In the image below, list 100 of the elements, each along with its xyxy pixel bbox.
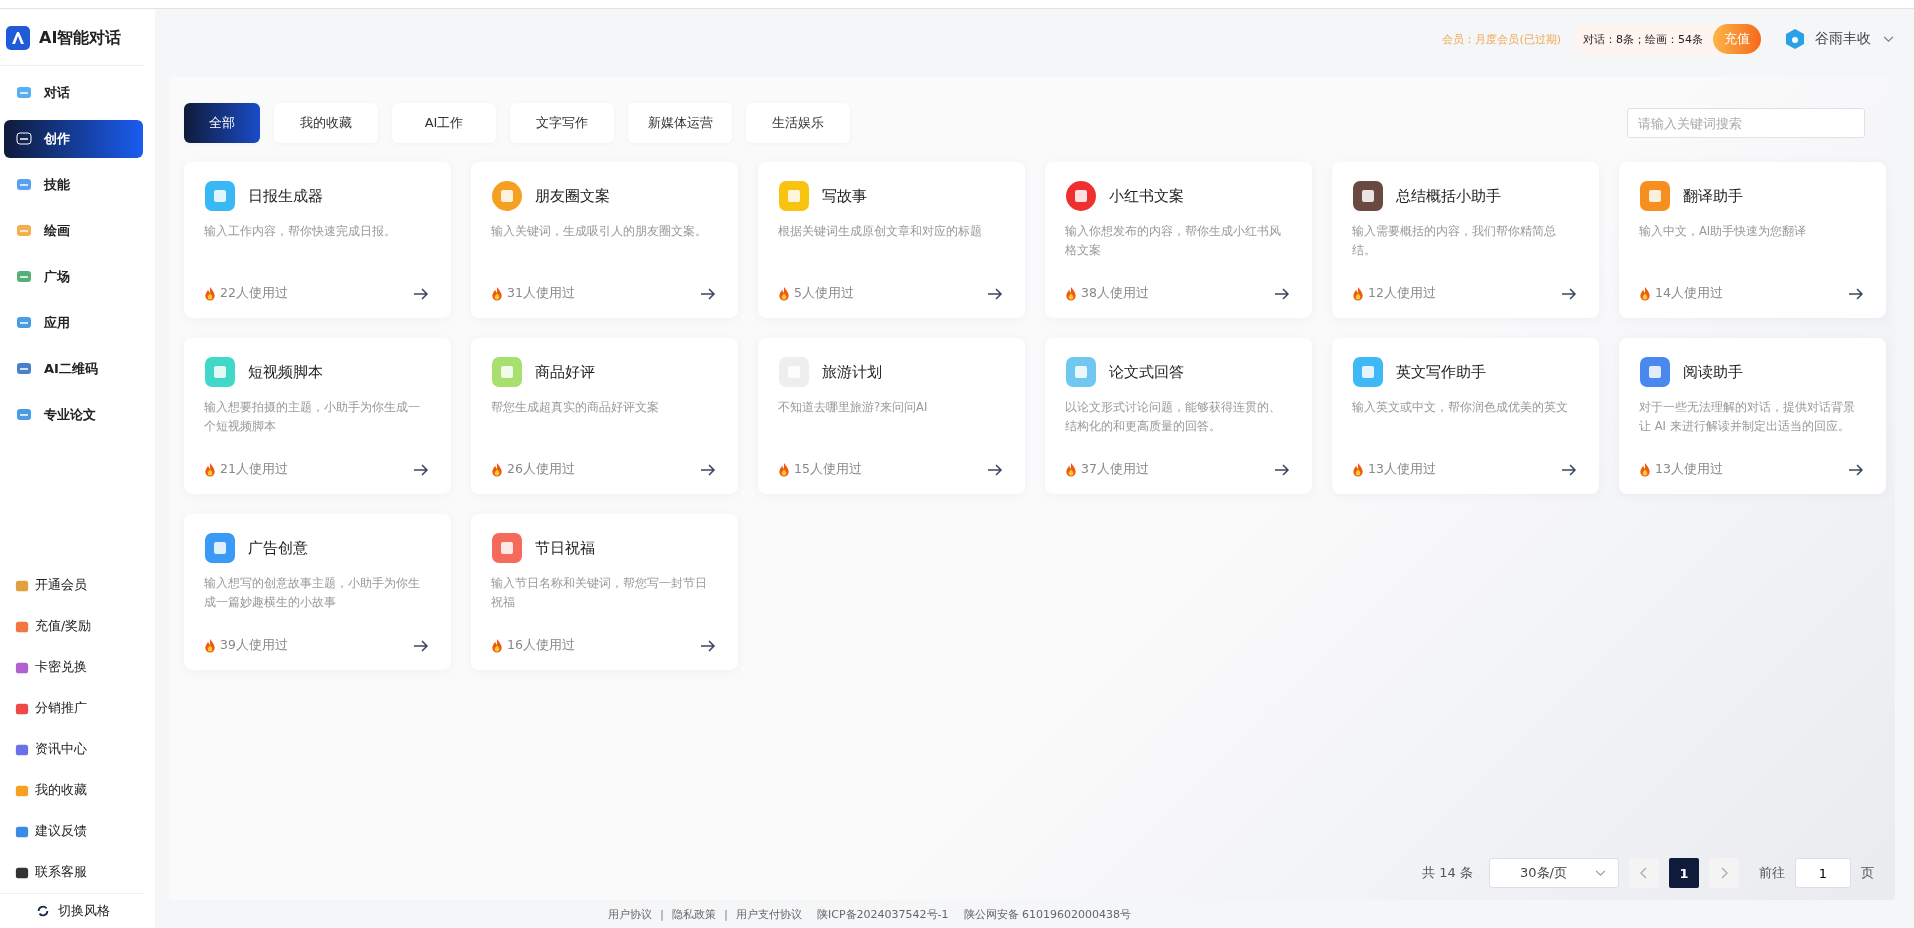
app-card[interactable]: 商品好评 帮您生成超真实的商品好评文案 26人使用过	[471, 338, 738, 494]
arrow-right-icon[interactable]	[413, 638, 429, 653]
chevron-right-icon	[1720, 867, 1728, 879]
usage-count: 22人使用过	[220, 285, 289, 302]
card-title: 论文式回答	[1109, 362, 1184, 382]
chevron-down-icon[interactable]	[1883, 35, 1894, 43]
flame-icon	[204, 286, 216, 301]
page-size-select[interactable]: 30条/页	[1489, 858, 1619, 888]
arrow-right-icon[interactable]	[987, 462, 1003, 477]
category-tab[interactable]: 全部	[184, 103, 260, 143]
card-description: 输入想要拍摄的主题，小助手为你生成一个短视频脚本	[204, 399, 421, 435]
card-title: 写故事	[822, 186, 867, 206]
goto-page-field[interactable]: 1	[1795, 858, 1851, 888]
card-title: 英文写作助手	[1396, 362, 1486, 382]
sidebar-link[interactable]: 资讯中心	[0, 729, 155, 770]
arrow-right-icon[interactable]	[1561, 286, 1577, 301]
search-field[interactable]: 请输入关键词搜索	[1627, 108, 1865, 138]
category-tab[interactable]: 新媒体运营	[628, 103, 732, 143]
usage-count: 15人使用过	[794, 461, 863, 478]
card-title: 广告创意	[248, 538, 308, 558]
sidebar-item[interactable]: 创作	[4, 120, 143, 158]
app-card[interactable]: 论文式回答 以论文形式讨论问题，能够获得连贯的、结构化的和更高质量的回答。 37人使用过	[1045, 338, 1312, 494]
flame-icon	[778, 286, 790, 301]
flame-icon	[491, 462, 503, 477]
usage-count: 21人使用过	[220, 461, 289, 478]
sidebar-item[interactable]: 绘画	[4, 212, 143, 250]
sidebar-link[interactable]: 联系客服	[0, 852, 155, 893]
arrow-right-icon[interactable]	[700, 462, 716, 477]
user-name[interactable]: 谷雨丰收	[1815, 30, 1871, 48]
arrow-right-icon[interactable]	[1561, 462, 1577, 477]
card-description: 对于一些无法理解的对话，提供对话背景让 AI 来进行解读并制定出适当的回应。	[1639, 399, 1856, 435]
total-count: 共 14 条	[1422, 864, 1473, 882]
card-title: 旅游计划	[822, 362, 882, 382]
category-tab[interactable]: 生活娱乐	[746, 103, 850, 143]
app-card[interactable]: 阅读助手 对于一些无法理解的对话，提供对话背景让 AI 来进行解读并制定出适当的回应。 13人使用过	[1619, 338, 1886, 494]
arrow-right-icon[interactable]	[987, 286, 1003, 301]
app-card[interactable]: 短视频脚本 输入想要拍摄的主题，小助手为你生成一个短视频脚本 21人使用过	[184, 338, 451, 494]
flame-icon	[491, 638, 503, 653]
icp-link[interactable]: 陕ICP备2024037542号-1	[817, 906, 949, 922]
card-description: 输入工作内容，帮你快速完成日报。	[204, 223, 397, 240]
sidebar-item[interactable]: 专业论文	[4, 396, 143, 434]
arrow-right-icon[interactable]	[1274, 462, 1290, 477]
card-description: 输入你想发布的内容，帮你生成小红书风格文案	[1065, 223, 1282, 259]
separator: |	[724, 907, 729, 921]
app-card[interactable]: 总结概括小助手 输入需要概括的内容，我们帮你精简总结。 12人使用过	[1332, 162, 1599, 318]
category-tab[interactable]: 我的收藏	[274, 103, 378, 143]
arrow-right-icon[interactable]	[1848, 286, 1864, 301]
sidebar-link[interactable]: 卡密兑换	[0, 647, 155, 688]
app-card[interactable]: 小红书文案 输入你想发布的内容，帮你生成小红书风格文案 38人使用过	[1045, 162, 1312, 318]
sidebar-link[interactable]: 开通会员	[0, 565, 155, 606]
footer-link[interactable]: 用户协议	[607, 906, 652, 922]
card-description: 帮您生成超真实的商品好评文案	[491, 399, 660, 416]
sidebar-item[interactable]: 技能	[4, 166, 143, 204]
flame-icon	[491, 286, 503, 301]
sidebar-link[interactable]: 我的收藏	[0, 770, 155, 811]
usage-count: 12人使用过	[1368, 285, 1437, 302]
page-number-button[interactable]: 1	[1669, 858, 1699, 888]
app-card[interactable]: 翻译助手 输入中文，AI助手快速为您翻译 14人使用过	[1619, 162, 1886, 318]
card-title: 翻译助手	[1683, 186, 1743, 206]
switch-style-button[interactable]: 切换风格	[0, 893, 145, 928]
arrow-right-icon[interactable]	[700, 638, 716, 653]
card-description: 以论文形式讨论问题，能够获得连贯的、结构化的和更高质量的回答。	[1065, 399, 1282, 435]
arrow-right-icon[interactable]	[413, 286, 429, 301]
category-tab[interactable]: AI工作	[392, 103, 496, 143]
category-tab[interactable]: 文字写作	[510, 103, 614, 143]
membership-status: 会员：月度会员(已过期)	[1442, 31, 1561, 47]
card-title: 日报生成器	[248, 186, 323, 206]
quota-text: 对话：8条；绘画：54条	[1583, 31, 1703, 47]
usage-count: 13人使用过	[1655, 461, 1724, 478]
sidebar-item[interactable]: 对话	[4, 74, 143, 112]
flame-icon	[1352, 286, 1364, 301]
footer-link[interactable]: 用户支付协议	[736, 906, 803, 922]
sidebar-item[interactable]: AI二维码	[4, 350, 143, 388]
app-card[interactable]: 广告创意 输入想写的创意故事主题，小助手为你生成一篇妙趣横生的小故事 39人使用过	[184, 514, 451, 670]
arrow-right-icon[interactable]	[1848, 462, 1864, 477]
arrow-right-icon[interactable]	[700, 286, 716, 301]
app-card[interactable]: 朋友圈文案 输入关键词，生成吸引人的朋友圈文案。 31人使用过	[471, 162, 738, 318]
app-card[interactable]: 英文写作助手 输入英文或中文，帮你润色成优美的英文 13人使用过	[1332, 338, 1599, 494]
app-card[interactable]: 旅游计划 不知道去哪里旅游?来问问AI 15人使用过	[758, 338, 1025, 494]
app-card[interactable]: 写故事 根据关键词生成原创文章和对应的标题 5人使用过	[758, 162, 1025, 318]
police-record-link[interactable]: 陕公网安备 61019602000438号	[963, 906, 1132, 922]
sidebar-item[interactable]: 广场	[4, 258, 143, 296]
sidebar-item[interactable]: 应用	[4, 304, 143, 342]
footer-link[interactable]: 隐私政策	[672, 906, 716, 922]
app-card[interactable]: 日报生成器 输入工作内容，帮你快速完成日报。 22人使用过	[184, 162, 451, 318]
usage-count: 14人使用过	[1655, 285, 1724, 302]
usage-count: 38人使用过	[1081, 285, 1150, 302]
sidebar-link[interactable]: 充值/奖励	[0, 606, 155, 647]
usage-count: 5人使用过	[794, 285, 855, 302]
card-title: 短视频脚本	[248, 362, 323, 382]
app-card[interactable]: 节日祝福 输入节日名称和关键词，帮您写一封节日祝福 16人使用过	[471, 514, 738, 670]
arrow-right-icon[interactable]	[1274, 286, 1290, 301]
sidebar-link[interactable]: 分销推广	[0, 688, 155, 729]
usage-count: 26人使用过	[507, 461, 576, 478]
goto-label: 前往	[1759, 864, 1785, 882]
refresh-icon	[35, 904, 50, 918]
arrow-right-icon[interactable]	[413, 462, 429, 477]
separator: |	[659, 907, 664, 921]
sidebar-link[interactable]: 建议反馈	[0, 811, 155, 852]
chevron-down-icon	[1595, 869, 1606, 877]
